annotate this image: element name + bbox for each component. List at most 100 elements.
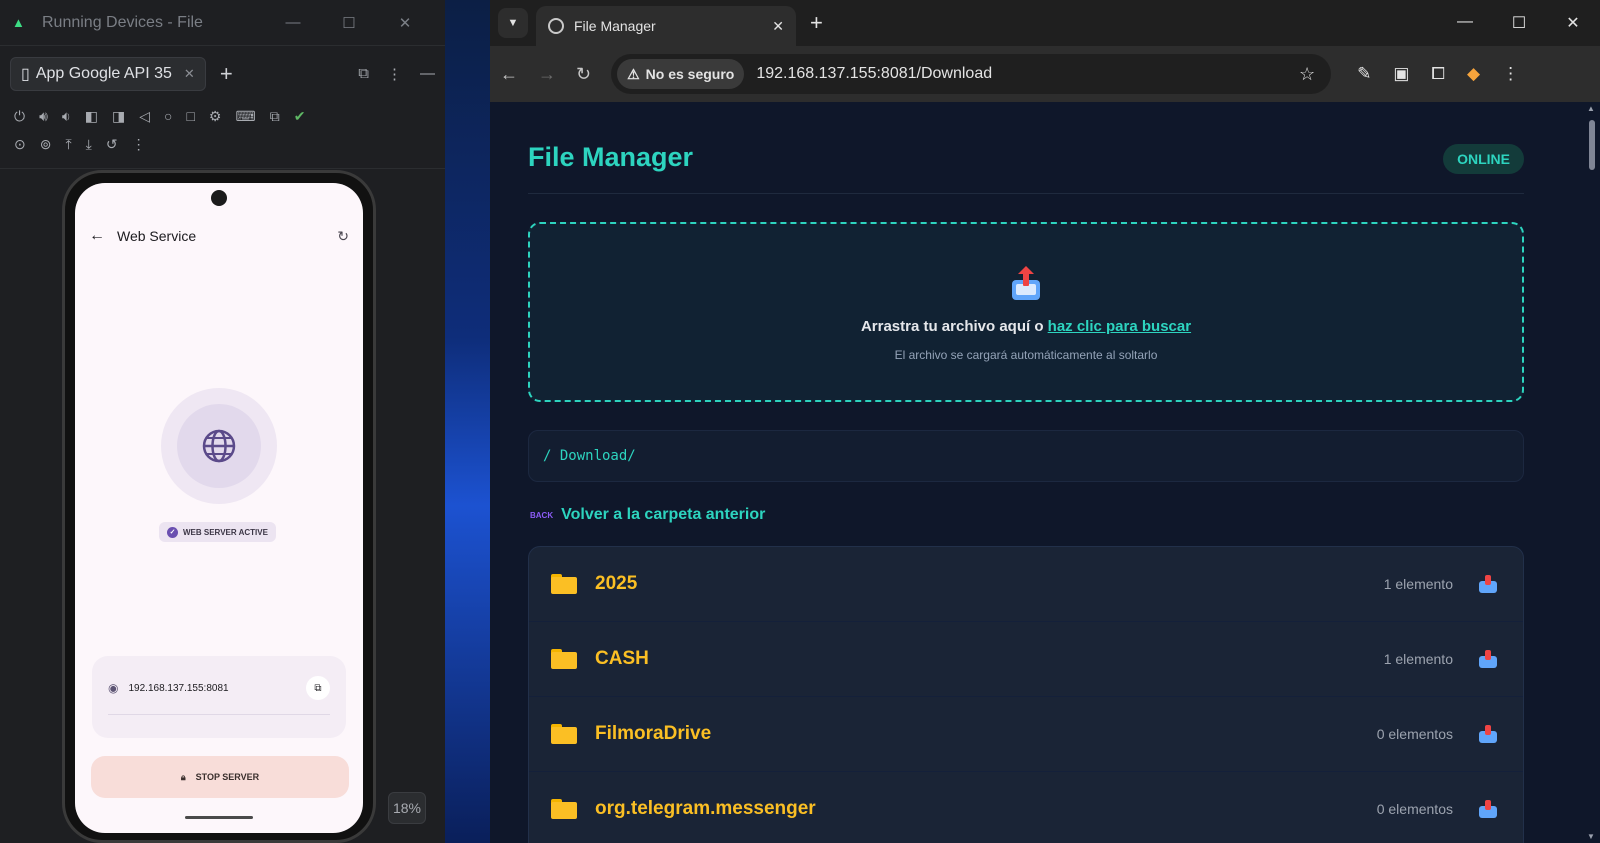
device-toolbar-row1: ⏻ 🔊︎ 🔉︎ ◧ ◨ ◁ ○ □ ⚙ ⌨ ⧉ ✔ (0, 102, 445, 130)
folder-name[interactable]: org.telegram.messenger (595, 798, 1377, 820)
forward-icon[interactable]: → (538, 64, 556, 85)
folder-row[interactable]: 2025 1 elemento (529, 547, 1523, 622)
warning-icon: ⚠ (627, 65, 640, 82)
security-chip[interactable]: ⚠ No es seguro (617, 59, 745, 89)
upload-dropzone[interactable]: Arrastra tu archivo aquí o haz clic para… (528, 222, 1524, 402)
page-scrollbar[interactable]: ▲ ▼ (1584, 102, 1600, 843)
add-device-icon[interactable]: + (220, 61, 233, 87)
close-tab-icon[interactable]: ✕ (184, 66, 195, 82)
scrollbar-thumb[interactable] (1589, 120, 1595, 170)
server-status-circle (161, 388, 277, 504)
page-title: File Manager (528, 142, 694, 172)
maximize-icon[interactable]: ☐ (321, 14, 377, 32)
folder-count: 1 elemento (1383, 576, 1453, 592)
parent-folder-link[interactable]: BACK Volver a la carpeta anterior (530, 506, 765, 524)
scroll-up-icon[interactable]: ▲ (1587, 104, 1595, 113)
close-tab-icon[interactable]: ✕ (772, 18, 784, 35)
url-text[interactable]: 192.168.137.155:8081/Download (756, 65, 1299, 83)
server-status-label: WEB SERVER ACTIVE (183, 527, 268, 537)
close-window-icon[interactable]: ✕ (1546, 13, 1600, 33)
volume-up-icon[interactable]: 🔊︎ (39, 108, 48, 125)
upload-icon[interactable]: ⤒ (65, 136, 71, 153)
screen-record-icon[interactable]: ⊚ (40, 136, 52, 153)
device-icon: ▯ (21, 66, 30, 83)
eyedropper-icon[interactable]: ✎ (1357, 64, 1371, 84)
browser-toolbar: ← → ↻ ⚠ No es seguro 192.168.137.155:808… (490, 46, 1600, 102)
back-nav-icon[interactable]: ◁ (139, 108, 150, 125)
as-window-title: Running Devices - File (42, 13, 203, 31)
folder-row[interactable]: FilmoraDrive 0 elementos (529, 697, 1523, 772)
server-status-chip: ✓ WEB SERVER ACTIVE (159, 522, 276, 542)
back-icon[interactable]: ← (500, 64, 518, 85)
folder-row[interactable]: org.telegram.messenger 0 elementos (529, 772, 1523, 843)
lock-icon: 🔒︎ (180, 771, 186, 782)
status-badge: ONLINE (1443, 144, 1524, 174)
as-tabbar: ▯ App Google API 35 ✕ + ⧉ ⋮ — (0, 46, 445, 102)
back-arrow-icon[interactable]: ← (89, 227, 105, 245)
copy-icon[interactable]: ⧉ (306, 676, 330, 700)
file-manager-page: File Manager ONLINE Arrastra tu archivo … (490, 102, 1584, 843)
browser-tab[interactable]: File Manager ✕ (536, 6, 796, 46)
reset-icon[interactable]: ↺ (106, 136, 118, 153)
more-icon[interactable]: ⋮ (387, 65, 402, 83)
folder-name[interactable]: 2025 (595, 573, 1384, 595)
hide-panel-icon[interactable]: — (420, 65, 435, 83)
globe-icon (177, 404, 261, 488)
rotate-right-icon[interactable]: ◨ (112, 108, 125, 125)
browser-window: ▼ File Manager ✕ + — ☐ ✕ ← → ↻ ⚠ No es s… (490, 0, 1600, 843)
folder-name[interactable]: CASH (595, 648, 1384, 670)
new-tab-icon[interactable]: + (810, 10, 823, 36)
globe-favicon-icon (548, 18, 564, 34)
window-mode-icon[interactable]: ⧉ (358, 65, 369, 83)
profile-avatar-icon[interactable]: ◆ (1467, 64, 1480, 84)
phone-title: Web Service (117, 228, 197, 244)
extensions-icon[interactable]: ⧠ (1431, 64, 1445, 84)
home-nav-icon[interactable]: ○ (164, 108, 172, 124)
refresh-icon[interactable]: ↻ (337, 228, 349, 245)
stop-server-button[interactable]: 🔒︎ STOP SERVER (91, 756, 349, 798)
download-icon[interactable] (1479, 650, 1497, 668)
scroll-down-icon[interactable]: ▼ (1587, 832, 1595, 841)
mirror-icon[interactable]: ⧉ (270, 108, 280, 125)
tab-search-icon[interactable]: ▼ (498, 8, 528, 38)
reading-mode-icon[interactable]: ▣ (1393, 64, 1409, 84)
phone-screen[interactable]: ← Web Service ↻ ✓ WEB SERVER ACTIVE ◉ 19… (75, 183, 363, 833)
bookmark-star-icon[interactable]: ☆ (1299, 64, 1315, 85)
reload-icon[interactable]: ↻ (576, 64, 591, 85)
check-circle-icon: ✓ (167, 526, 178, 538)
close-icon[interactable]: ✕ (377, 14, 433, 32)
dropzone-instructions: Arrastra tu archivo aquí o haz clic para… (530, 318, 1522, 335)
download-icon[interactable] (1479, 575, 1497, 593)
device-tab-label: App Google API 35 (35, 65, 172, 82)
maximize-icon[interactable]: ☐ (1492, 13, 1546, 33)
address-bar[interactable]: ⚠ No es seguro 192.168.137.155:8081/Down… (611, 54, 1332, 94)
overview-nav-icon[interactable]: □ (186, 108, 194, 124)
chrome-menu-icon[interactable]: ⋮ (1502, 64, 1519, 84)
minimize-icon[interactable]: — (265, 14, 321, 31)
parent-folder-label: Volver a la carpeta anterior (561, 506, 766, 523)
more-actions-icon[interactable]: ⋮ (132, 136, 146, 153)
folder-name[interactable]: FilmoraDrive (595, 723, 1377, 745)
download-icon[interactable]: ⤓ (86, 136, 92, 153)
phone-appbar: ← Web Service ↻ (89, 227, 349, 245)
browse-link[interactable]: haz clic para buscar (1048, 318, 1191, 335)
power-icon[interactable]: ⏻ (14, 108, 25, 125)
download-icon[interactable] (1479, 725, 1497, 743)
android-studio-panel: ▲ Running Devices - File — ☐ ✕ ▯ App Goo… (0, 0, 445, 843)
page-header: File Manager ONLINE (528, 142, 1524, 194)
rotate-left-icon[interactable]: ◧ (85, 108, 98, 125)
upload-icon (1012, 266, 1040, 300)
security-label: No es seguro (645, 66, 735, 82)
check-icon[interactable]: ✔ (294, 108, 306, 125)
keyboard-icon[interactable]: ⌨ (235, 108, 255, 125)
device-settings-icon[interactable]: ⚙ (209, 108, 222, 125)
download-icon[interactable] (1479, 800, 1497, 818)
folder-count: 0 elementos (1376, 801, 1453, 817)
volume-down-icon[interactable]: 🔉︎ (62, 108, 71, 125)
back-folder-icon: BACK (530, 510, 554, 520)
minimize-icon[interactable]: — (1438, 13, 1492, 33)
folder-row[interactable]: CASH 1 elemento (529, 622, 1523, 697)
device-tab[interactable]: ▯ App Google API 35 ✕ (10, 57, 206, 91)
screenshot-icon[interactable]: ⊙ (14, 136, 26, 153)
as-tab-actions: ⧉ ⋮ — (358, 65, 435, 83)
